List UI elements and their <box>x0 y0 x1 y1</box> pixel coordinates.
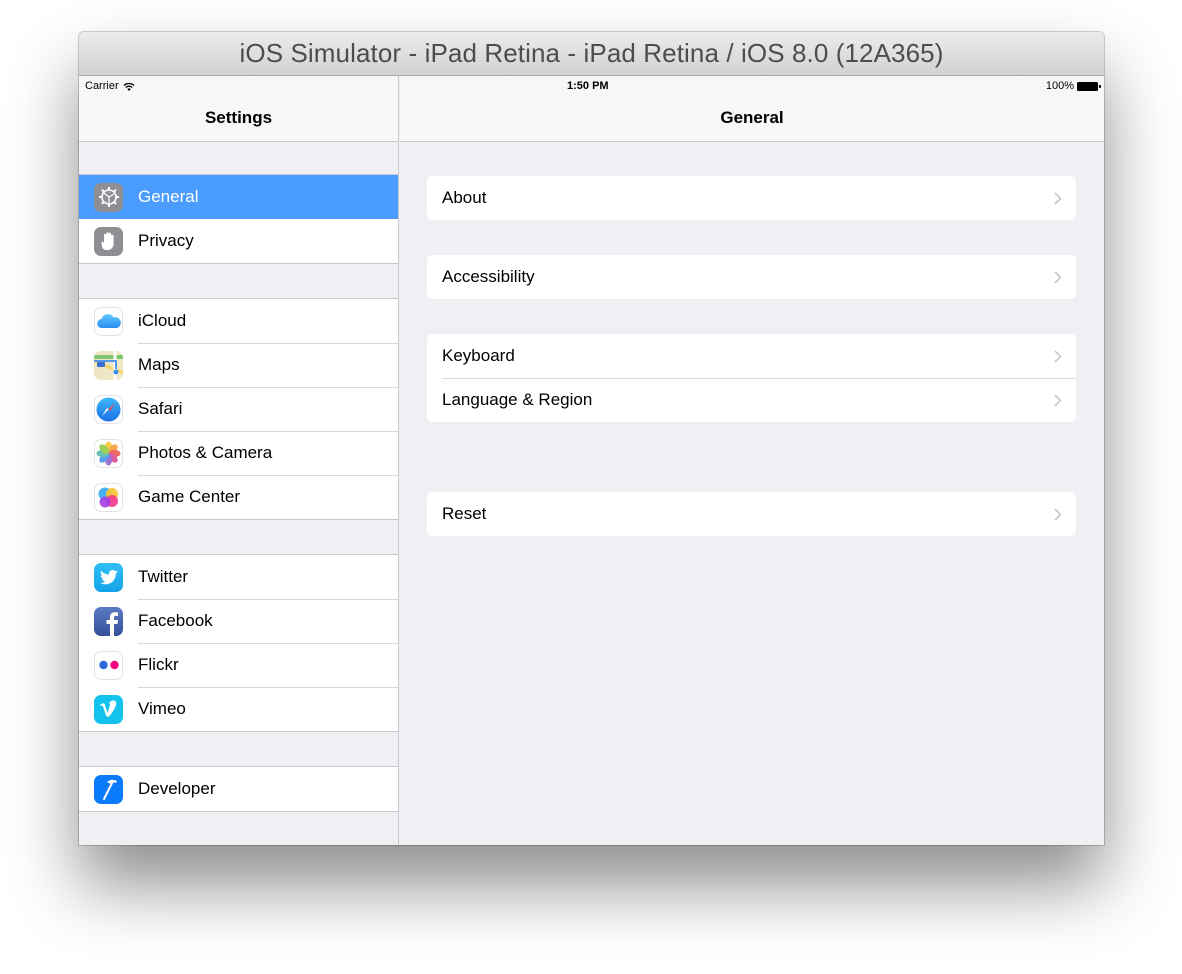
maps-icon <box>94 350 123 380</box>
sidebar-item-label: Developer <box>138 779 216 798</box>
sidebar-item-privacy[interactable]: Privacy <box>79 219 398 263</box>
sidebar-item-label: iCloud <box>138 311 187 330</box>
game-center-icon <box>94 482 123 512</box>
row-label: Keyboard <box>442 346 515 365</box>
flickr-dots-icon <box>94 650 123 680</box>
sidebar-item-photos-camera[interactable]: Photos & Camera <box>79 431 398 475</box>
detail-group-reset: Reset <box>427 492 1076 536</box>
row-label: About <box>442 188 487 207</box>
sidebar-item-label: Maps <box>138 355 180 374</box>
sidebar-item-game-center[interactable]: Game Center <box>79 475 398 519</box>
facebook-f-icon <box>94 606 123 636</box>
general-row-accessibility[interactable]: Accessibility <box>427 255 1076 299</box>
carrier-label: Carrier <box>85 80 119 92</box>
row-label: Reset <box>442 504 487 523</box>
sidebar-item-safari[interactable]: Safari <box>79 387 398 431</box>
master-title: Settings <box>204 108 273 127</box>
hammer-icon <box>94 774 123 804</box>
window-title: iOS Simulator - iPad Retina - iPad Retin… <box>239 38 944 68</box>
battery-icon <box>1077 81 1101 91</box>
detail-title: General <box>720 108 784 127</box>
chevron-right-icon <box>1054 270 1062 284</box>
settings-master-pane: Settings General Privacy iCloud Maps Saf… <box>79 76 399 845</box>
sidebar-item-label: Facebook <box>138 611 213 630</box>
sidebar-item-icloud[interactable]: iCloud <box>79 299 398 343</box>
general-detail-pane: General About Accessibility Keyboard Lan… <box>400 76 1104 845</box>
row-label: Language & Region <box>442 390 593 409</box>
sidebar-item-label: Game Center <box>138 487 241 506</box>
settings-group-4: Developer <box>79 766 398 812</box>
chevron-right-icon <box>1054 507 1062 521</box>
sidebar-item-vimeo[interactable]: Vimeo <box>79 687 398 731</box>
hand-icon <box>94 226 123 256</box>
settings-group-1: General Privacy <box>79 174 398 264</box>
sidebar-item-label: Vimeo <box>138 699 186 718</box>
vimeo-v-icon <box>94 694 123 724</box>
settings-group-3: Twitter Facebook Flickr Vimeo <box>79 554 398 732</box>
sidebar-item-label: Flickr <box>138 655 179 674</box>
chevron-right-icon <box>1054 393 1062 407</box>
twitter-bird-icon <box>94 562 123 592</box>
sidebar-item-flickr[interactable]: Flickr <box>79 643 398 687</box>
sidebar-item-label: Safari <box>138 399 183 418</box>
gear-icon <box>94 182 123 212</box>
detail-group-about: About <box>427 176 1076 220</box>
sidebar-item-label: General <box>138 187 199 206</box>
status-bar: Carrier 1:50 PM 100% <box>79 76 1104 96</box>
sidebar-item-facebook[interactable]: Facebook <box>79 599 398 643</box>
sidebar-item-general[interactable]: General <box>79 175 398 219</box>
ipad-screen: Carrier 1:50 PM 100% Settings General Pr… <box>79 76 1104 845</box>
sidebar-item-maps[interactable]: Maps <box>79 343 398 387</box>
photos-flower-icon <box>94 438 123 468</box>
battery-percent: 100% <box>1045 80 1074 92</box>
general-row-about[interactable]: About <box>427 176 1076 220</box>
wifi-icon <box>123 82 135 91</box>
settings-group-2: iCloud Maps Safari Photos & Camera Game … <box>79 298 398 520</box>
status-time: 1:50 PM <box>567 80 609 92</box>
general-row-language-region[interactable]: Language & Region <box>427 378 1076 422</box>
row-label: Accessibility <box>442 267 535 286</box>
chevron-right-icon <box>1054 191 1062 205</box>
simulator-window: iOS Simulator - iPad Retina - iPad Retin… <box>79 32 1104 845</box>
detail-group-accessibility: Accessibility <box>427 255 1076 299</box>
sidebar-item-label: Privacy <box>138 231 194 250</box>
chevron-right-icon <box>1054 349 1062 363</box>
detail-group-keyboard-language: Keyboard Language & Region <box>427 334 1076 422</box>
general-row-reset[interactable]: Reset <box>427 492 1076 536</box>
icloud-icon <box>94 306 123 336</box>
general-row-keyboard[interactable]: Keyboard <box>427 334 1076 378</box>
sidebar-item-developer[interactable]: Developer <box>79 767 398 811</box>
sidebar-item-label: Twitter <box>138 567 189 586</box>
window-titlebar[interactable]: iOS Simulator - iPad Retina - iPad Retin… <box>79 32 1104 76</box>
sidebar-item-label: Photos & Camera <box>138 443 273 462</box>
safari-compass-icon <box>94 394 123 424</box>
sidebar-item-twitter[interactable]: Twitter <box>79 555 398 599</box>
